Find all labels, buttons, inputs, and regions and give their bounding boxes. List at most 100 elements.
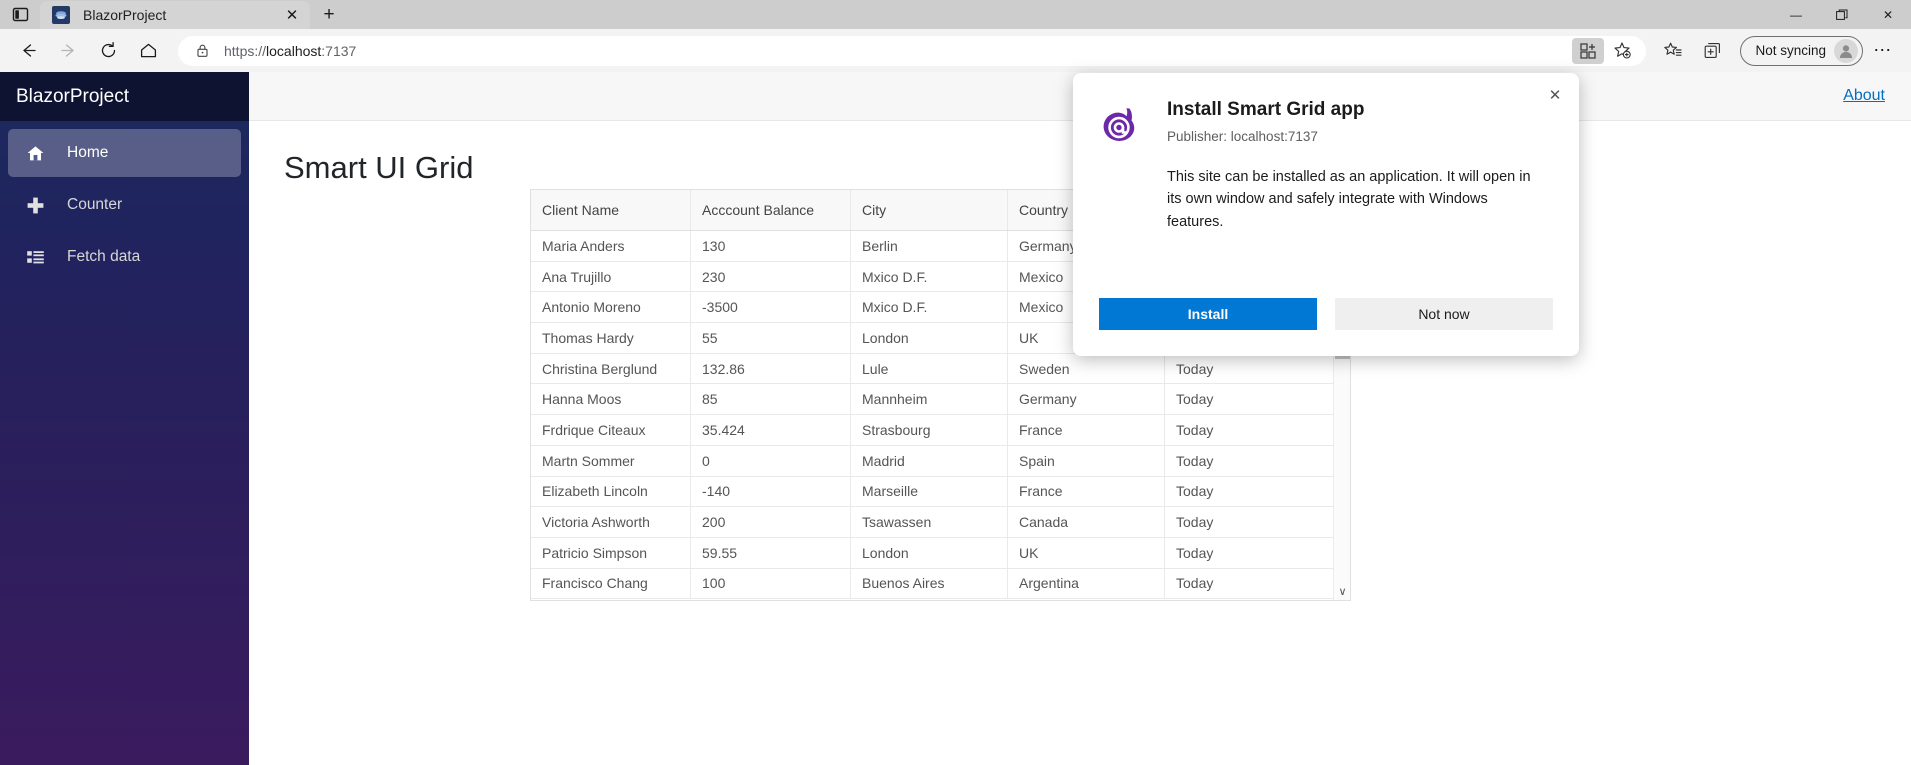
favorites-button[interactable] [1655, 35, 1689, 67]
cell-client-name[interactable]: Maria Anders [531, 231, 691, 261]
cell-city[interactable]: Berlin [851, 231, 1008, 261]
cell-account-balance[interactable]: 100 [691, 568, 851, 599]
minimize-button[interactable]: — [1773, 0, 1819, 29]
cell-date[interactable]: Today [1165, 538, 1329, 568]
cell-date[interactable]: Today [1165, 507, 1329, 537]
about-link[interactable]: About [1843, 87, 1885, 105]
cell-country[interactable]: France [1008, 415, 1165, 445]
cell-city[interactable]: London [851, 537, 1008, 568]
cell-client-name[interactable]: Hanna Moos [531, 384, 691, 415]
cell-country[interactable]: UK [1008, 537, 1165, 568]
column-header-city[interactable]: City [851, 190, 1008, 230]
cell-date[interactable]: Today [1165, 569, 1329, 599]
dialog-body-text: This site can be installed as an applica… [1167, 169, 1531, 230]
cell-country[interactable]: Argentina [1008, 568, 1165, 599]
cell-client-name[interactable]: Elizabeth Lincoln [531, 476, 691, 507]
close-window-button[interactable]: ✕ [1865, 0, 1911, 29]
forward-button[interactable] [51, 34, 85, 68]
column-header-account-balance[interactable]: Acccount Balance [691, 190, 851, 230]
browser-tab[interactable]: BlazorProject ✕ [40, 1, 310, 29]
table-row[interactable]: Hanna Moos 85 Mannheim Germany Today [531, 384, 1333, 416]
cell-country[interactable]: Canada [1008, 507, 1165, 537]
cell-account-balance[interactable]: 230 [691, 261, 851, 292]
cell-account-balance[interactable]: 59.55 [691, 537, 851, 568]
cell-date[interactable]: Today [1165, 354, 1329, 384]
cell-date[interactable]: Today [1165, 477, 1329, 507]
cell-client-name[interactable]: Thomas Hardy [531, 323, 691, 353]
not-now-button[interactable]: Not now [1335, 298, 1553, 330]
app-available-icon[interactable] [1572, 37, 1605, 64]
table-row[interactable]: Frdrique Citeaux 35.424 Strasbourg France To… [531, 415, 1333, 446]
cell-client-name[interactable]: Victoria Ashworth [531, 507, 691, 537]
cell-country[interactable]: France [1008, 476, 1165, 507]
cell-city[interactable]: Tsawassen [851, 507, 1008, 537]
cell-country[interactable]: Germany [1008, 384, 1165, 415]
profile-label: Not syncing [1755, 43, 1826, 58]
cell-date[interactable]: Today [1165, 446, 1329, 476]
tab-close-icon[interactable]: ✕ [280, 3, 304, 27]
cell-client-name[interactable]: Ana Trujillo [531, 261, 691, 292]
browser-window: BlazorProject ✕ + — ✕ https://localhost:… [0, 0, 1911, 765]
cell-client-name[interactable]: Christina Berglund [531, 353, 691, 384]
cell-account-balance[interactable]: 200 [691, 507, 851, 537]
sidebar-item-home[interactable]: Home [8, 129, 241, 177]
table-row[interactable]: Martn Sommer 0 Madrid Spain Today [531, 445, 1333, 477]
cell-client-name[interactable]: Francisco Chang [531, 568, 691, 599]
cell-city[interactable]: Madrid [851, 445, 1008, 476]
add-favorite-icon[interactable] [1606, 38, 1638, 64]
cell-city[interactable]: Lule [851, 353, 1008, 384]
cell-city[interactable]: Mxico D.F. [851, 292, 1008, 323]
sidebar-item-fetch-data[interactable]: Fetch data [8, 233, 241, 281]
dialog-close-button[interactable]: ✕ [1541, 81, 1569, 109]
sidebar-item-counter[interactable]: Counter [8, 181, 241, 229]
cell-date[interactable]: Today [1165, 415, 1329, 445]
cell-client-name[interactable]: Martn Sommer [531, 445, 691, 476]
sidebar-brand-bar[interactable]: BlazorProject [0, 72, 249, 121]
cell-client-name[interactable]: Patricio Simpson [531, 537, 691, 568]
table-row[interactable]: Francisco Chang 100 Buenos Aires Argentina T… [531, 568, 1333, 600]
table-row[interactable]: Christina Berglund 132.86 Lule Sweden Today [531, 353, 1333, 385]
plus-icon [25, 195, 51, 216]
cell-city[interactable]: Marseille [851, 476, 1008, 507]
profile-button[interactable]: Not syncing [1740, 35, 1863, 66]
table-row[interactable]: Elizabeth Lincoln -140 Marseille France Toda… [531, 476, 1333, 508]
brand-title: BlazorProject [16, 85, 129, 107]
tab-title: BlazorProject [83, 7, 167, 23]
cell-city[interactable]: Mannheim [851, 384, 1008, 415]
cell-account-balance[interactable]: 132.86 [691, 353, 851, 384]
cell-date[interactable]: Today [1165, 384, 1329, 414]
cell-account-balance[interactable]: 0 [691, 445, 851, 476]
maximize-button[interactable] [1819, 0, 1865, 29]
refresh-icon [101, 41, 115, 58]
cell-client-name[interactable]: Antonio Moreno [531, 292, 691, 323]
cell-account-balance[interactable]: 85 [691, 384, 851, 415]
window-controls: — ✕ [1773, 0, 1911, 29]
cell-account-balance[interactable]: 35.424 [691, 415, 851, 445]
cell-account-balance[interactable]: 130 [691, 231, 851, 261]
cell-account-balance[interactable]: -3500 [691, 292, 851, 323]
tab-actions-button[interactable] [0, 0, 40, 29]
column-header-client-name[interactable]: Client Name [531, 190, 691, 230]
install-button[interactable]: Install [1099, 298, 1317, 330]
cell-account-balance[interactable]: 55 [691, 323, 851, 353]
new-tab-button[interactable]: + [310, 1, 348, 29]
cell-client-name[interactable]: Frdrique Citeaux [531, 415, 691, 445]
address-bar[interactable]: https://localhost:7137 [178, 35, 1647, 66]
dialog-title: Install Smart Grid app [1167, 99, 1365, 120]
refresh-button[interactable] [91, 34, 125, 68]
scrollbar-down-arrow-icon[interactable]: ∨ [1334, 585, 1350, 598]
home-button[interactable] [131, 34, 165, 68]
cell-city[interactable]: Buenos Aires [851, 568, 1008, 599]
collections-button[interactable] [1695, 35, 1729, 67]
cell-country[interactable]: Sweden [1008, 353, 1165, 384]
back-arrow-icon [22, 44, 36, 57]
settings-and-more-button[interactable]: ⋯ [1866, 35, 1900, 67]
table-row[interactable]: Victoria Ashworth 200 Tsawassen Canada Today [531, 507, 1333, 538]
cell-city[interactable]: Mxico D.F. [851, 261, 1008, 292]
cell-account-balance[interactable]: -140 [691, 476, 851, 507]
cell-city[interactable]: London [851, 323, 1008, 353]
cell-city[interactable]: Strasbourg [851, 415, 1008, 445]
cell-country[interactable]: Spain [1008, 445, 1165, 476]
table-row[interactable]: Patricio Simpson 59.55 London UK Today [531, 537, 1333, 569]
back-button[interactable] [11, 34, 45, 68]
